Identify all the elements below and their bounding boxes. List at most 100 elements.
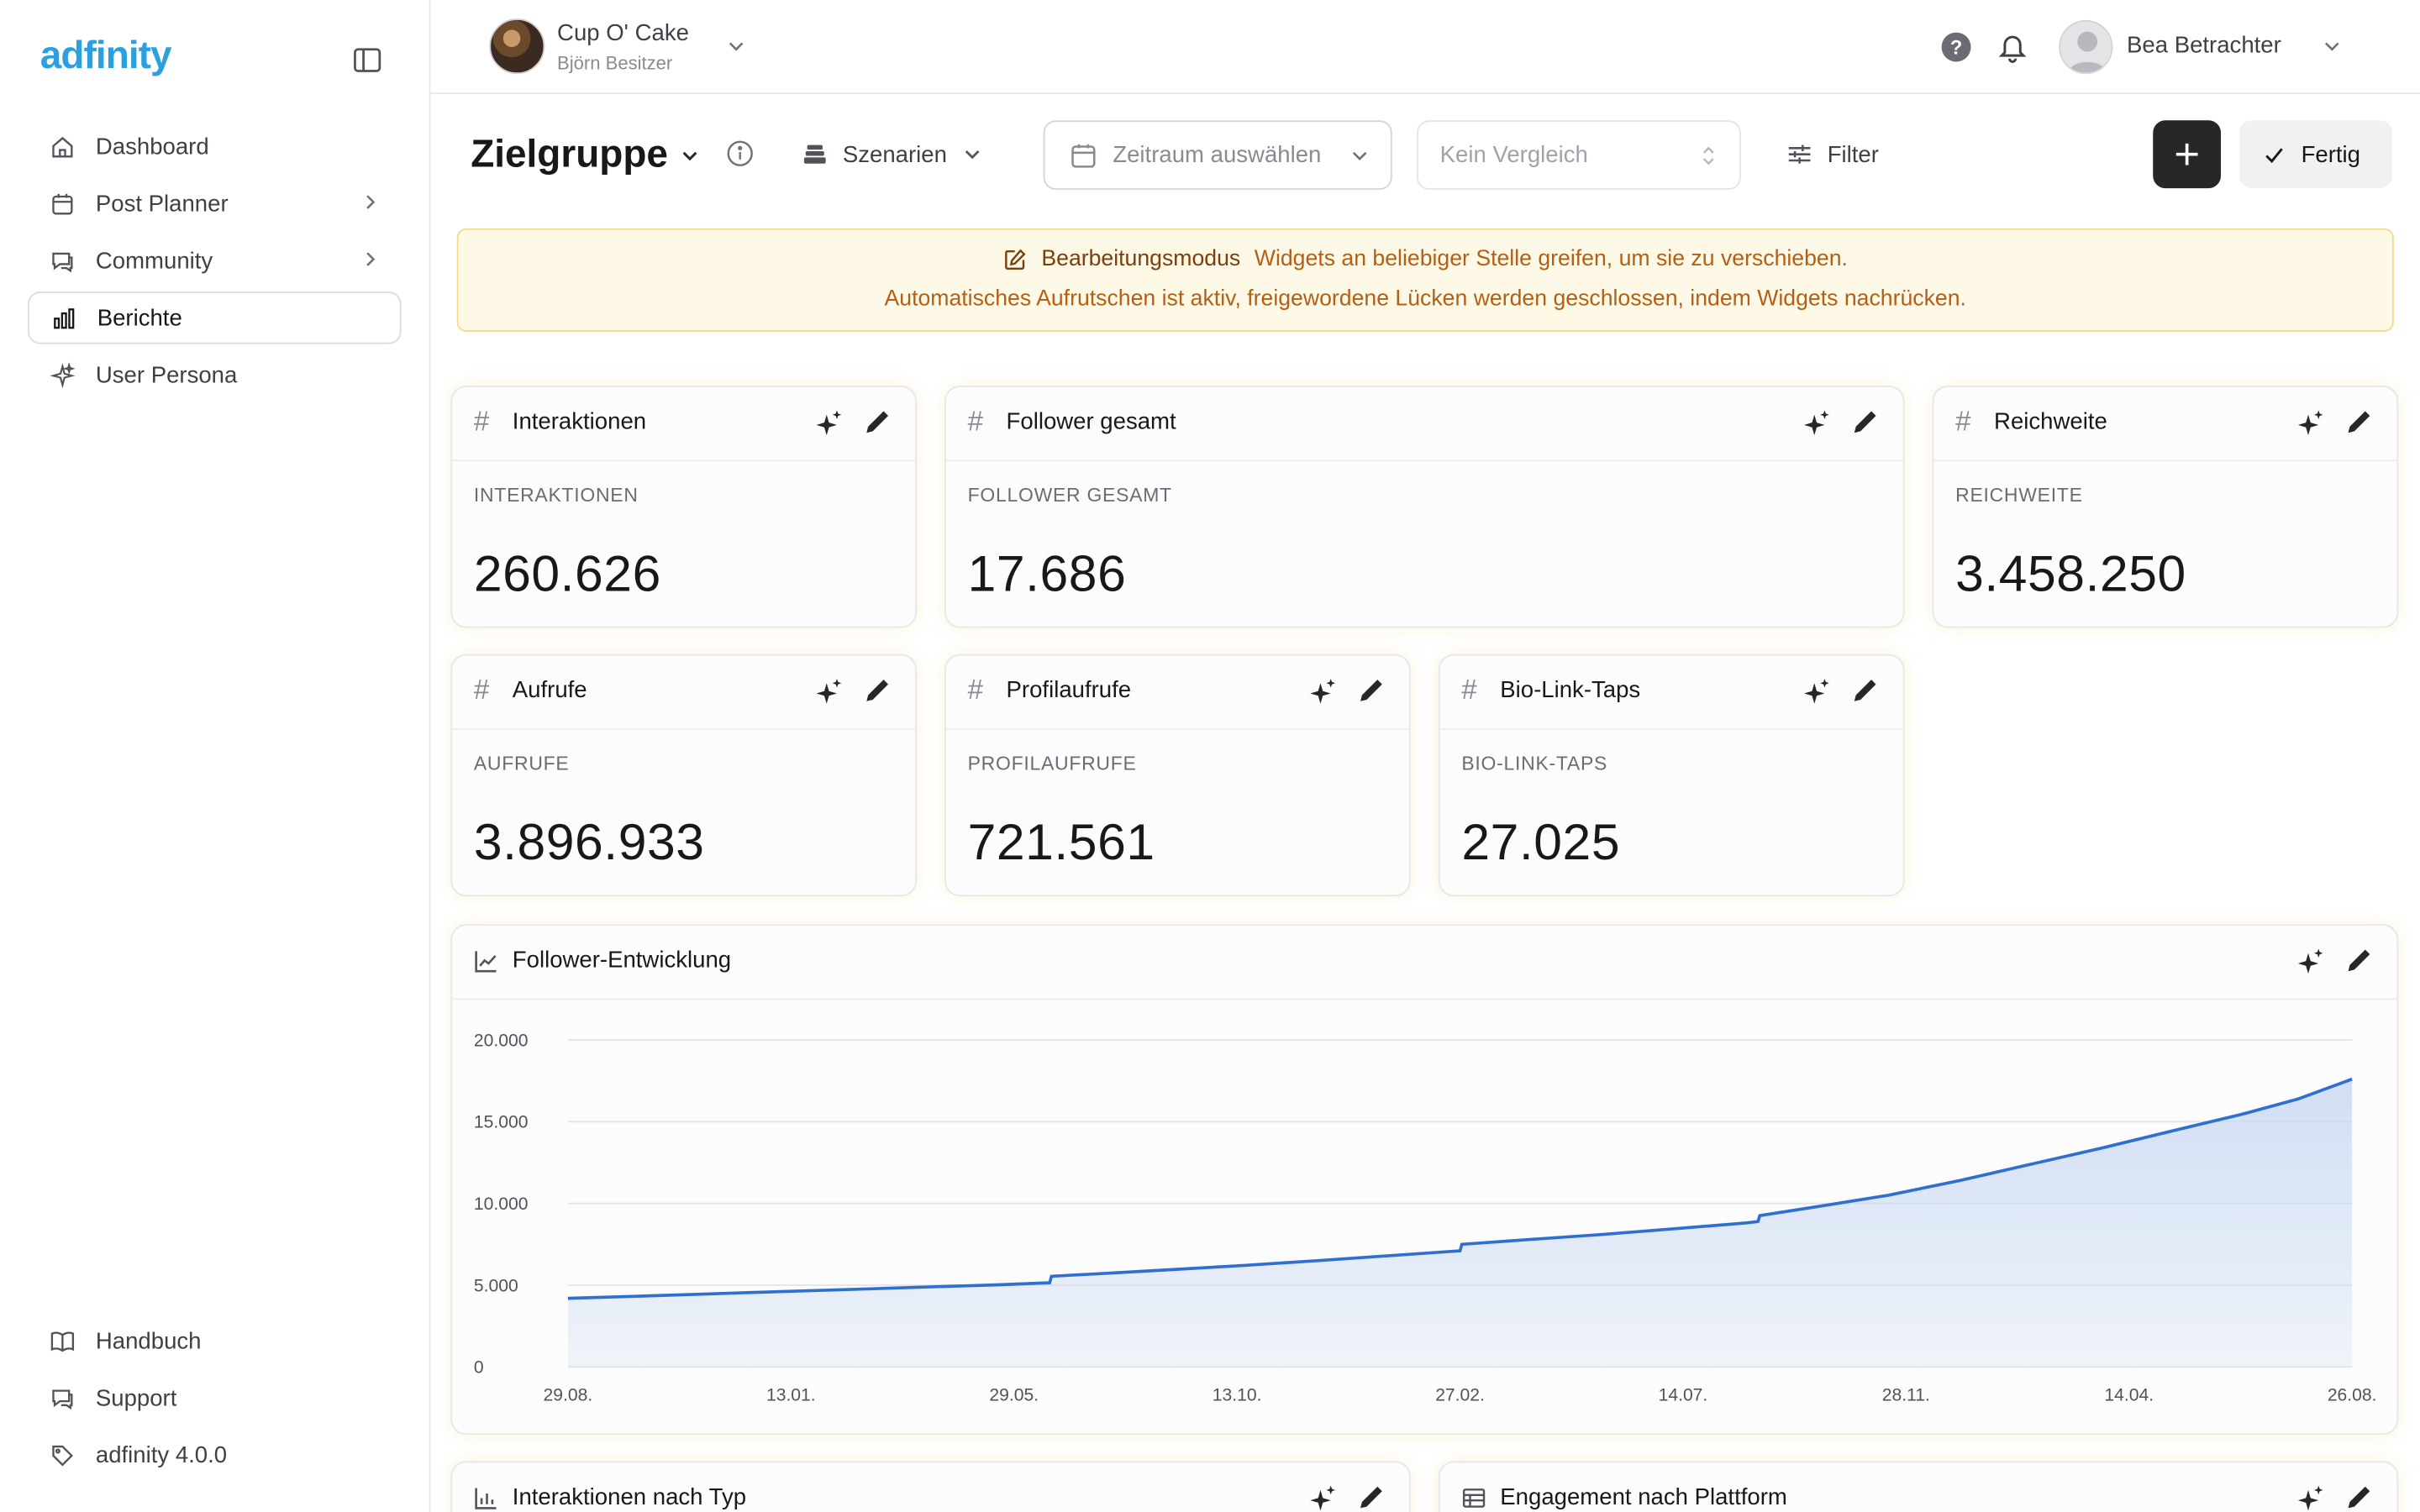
brand-avatar[interactable] — [489, 18, 545, 75]
banner-line-2: Automatisches Aufrutschen ist aktiv, fre… — [884, 286, 1966, 312]
add-widget-button[interactable] — [2153, 120, 2222, 189]
sidebar-item-community[interactable]: Community — [28, 234, 401, 286]
sidebar-item-label: Dashboard — [95, 133, 209, 160]
home-icon — [52, 136, 73, 157]
date-range-placeholder: Zeitraum auswählen — [1113, 141, 1322, 169]
app-root: adfinity Dashboard Post Planner Communit… — [0, 0, 2420, 1512]
sidebar-item-handbuch[interactable]: Handbuch — [28, 1315, 401, 1367]
chevron-down-icon[interactable] — [727, 37, 745, 55]
updown-chevron-icon — [1702, 146, 1714, 165]
widget-follower-gesamt[interactable]: # Follower gesamt FOLLOWER GESAMT 17.686 — [944, 386, 1905, 628]
metric-label: BIO-LINK-TAPS — [1461, 753, 1608, 775]
info-icon[interactable] — [725, 139, 755, 168]
sidebar-item-support[interactable]: Support — [28, 1372, 401, 1424]
metric-value: 3.896.933 — [473, 812, 705, 870]
chevron-down-icon — [1352, 151, 1367, 161]
chevron-down-icon[interactable] — [679, 145, 701, 167]
sparkles-icon[interactable] — [2296, 409, 2326, 438]
user-name[interactable]: Bea Betrachter — [2127, 33, 2281, 59]
brand-name[interactable]: Cup O' Cake — [557, 20, 689, 46]
pencil-icon[interactable] — [1852, 677, 1878, 703]
widget-interaktionen-nach-typ[interactable]: Interaktionen nach Typ — [450, 1461, 1411, 1512]
sidebar-item-berichte[interactable]: Berichte — [28, 291, 402, 344]
comparison-select[interactable]: Kein Vergleich — [1417, 120, 1741, 190]
sparkles-icon[interactable] — [2296, 948, 2326, 977]
sparkles-icon[interactable] — [815, 409, 844, 438]
book-icon — [50, 1331, 75, 1352]
pencil-icon[interactable] — [1358, 1484, 1384, 1510]
sidebar: adfinity Dashboard Post Planner Communit… — [0, 0, 431, 1512]
chevron-down-icon — [964, 150, 979, 160]
sparkles-icon[interactable] — [1309, 677, 1339, 706]
sparkles-icon[interactable] — [815, 677, 844, 706]
widget-follower-entwicklung[interactable]: Follower-Entwicklung 0 5.000 10.000 15.000 2… — [450, 924, 2399, 1436]
pencil-icon[interactable] — [2346, 409, 2372, 435]
chevron-right-icon — [366, 195, 376, 209]
metric-label: PROFILAUFRUFE — [967, 753, 1137, 775]
widget-title: Follower-Entwicklung — [512, 947, 732, 974]
sidebar-item-dashboard[interactable]: Dashboard — [28, 120, 401, 172]
metric-value: 260.626 — [473, 544, 661, 602]
pencil-icon[interactable] — [2346, 1484, 2372, 1510]
widget-title: Bio-Link-Taps — [1500, 677, 1641, 704]
page-title[interactable]: Zielgruppe — [471, 133, 668, 177]
hash-icon: # — [1955, 406, 1971, 437]
widget-aufrufe[interactable]: # Aufrufe AUFRUFE 3.896.933 — [450, 654, 918, 897]
sidebar-item-post-planner[interactable]: Post Planner — [28, 177, 401, 229]
sidebar-item-user-persona[interactable]: User Persona — [28, 349, 401, 401]
sidebar-bottom-nav: Handbuch Support adfinity 4.0.0 — [28, 1315, 401, 1486]
scenarios-button[interactable]: Szenarien — [802, 129, 981, 179]
help-icon[interactable]: ? — [1941, 32, 1971, 62]
hash-icon: # — [1461, 674, 1477, 706]
table-icon — [1462, 1488, 1486, 1508]
sparkles-icon[interactable] — [1802, 677, 1832, 706]
pencil-icon[interactable] — [1852, 409, 1878, 435]
done-label: Fertig — [2301, 141, 2360, 168]
metric-value: 17.686 — [967, 544, 1127, 602]
logo[interactable]: adfinity — [40, 34, 172, 78]
y-tick-label: 0 — [474, 1358, 484, 1378]
hash-icon: # — [473, 406, 490, 437]
done-button[interactable]: Fertig — [2239, 120, 2392, 189]
bell-icon[interactable] — [1996, 29, 2029, 63]
pencil-icon[interactable] — [865, 409, 891, 435]
metric-label: INTERAKTIONEN — [473, 484, 639, 507]
sidebar-toggle-icon[interactable] — [352, 45, 383, 76]
line-chart-icon — [475, 951, 497, 973]
widget-interaktionen[interactable]: # Interaktionen INTERAKTIONEN 260.626 — [450, 386, 918, 628]
edit-mode-banner: Bearbeitungsmodus Widgets an beliebiger … — [456, 228, 2394, 332]
chevron-down-icon[interactable] — [2323, 37, 2341, 55]
tag-icon — [52, 1444, 73, 1466]
sparkles-icon[interactable] — [1309, 1484, 1339, 1512]
sparkles-icon — [50, 361, 76, 388]
date-range-select[interactable]: Zeitraum auswählen — [1043, 120, 1392, 190]
sparkles-icon[interactable] — [2296, 1484, 2326, 1512]
widget-bio-link-taps[interactable]: # Bio-Link-Taps BIO-LINK-TAPS 27.025 — [1438, 654, 1905, 897]
sidebar-item-label: adfinity 4.0.0 — [95, 1441, 228, 1468]
pencil-icon[interactable] — [865, 677, 891, 703]
sidebar-item-version[interactable]: adfinity 4.0.0 — [28, 1429, 401, 1481]
widget-reichweite[interactable]: # Reichweite REICHWEITE 3.458.250 — [1932, 386, 2399, 628]
metric-label: AUFRUFE — [473, 753, 570, 775]
widget-title: Interaktionen nach Typ — [512, 1483, 747, 1511]
banner-line-1: Widgets an beliebiger Stelle greifen, um… — [1254, 246, 1848, 272]
filter-button[interactable]: Filter — [1787, 129, 1879, 179]
x-tick-label: 28.11. — [1882, 1386, 1930, 1405]
bar-chart-icon — [54, 307, 75, 328]
pencil-icon[interactable] — [2346, 948, 2372, 974]
user-avatar[interactable] — [2059, 19, 2113, 75]
sparkles-icon[interactable] — [1802, 409, 1832, 438]
x-tick-label: 14.07. — [1659, 1386, 1708, 1405]
hash-icon: # — [473, 674, 490, 706]
widget-profilaufrufe[interactable]: # Profilaufrufe PROFILAUFRUFE 721.561 — [944, 654, 1411, 897]
widget-title: Engagement nach Plattform — [1500, 1483, 1787, 1511]
bar-chart-icon — [475, 1488, 497, 1509]
edit-mode-label: Bearbeitungsmodus — [1041, 246, 1241, 272]
widget-header — [452, 926, 2397, 1000]
edit-icon — [1004, 248, 1026, 270]
layers-icon — [803, 144, 826, 164]
widget-engagement-nach-plattform[interactable]: Engagement nach Plattform — [1438, 1461, 2399, 1512]
pencil-icon[interactable] — [1358, 677, 1384, 703]
x-tick-label: 29.05. — [989, 1386, 1039, 1405]
sidebar-item-label: User Persona — [95, 361, 238, 388]
